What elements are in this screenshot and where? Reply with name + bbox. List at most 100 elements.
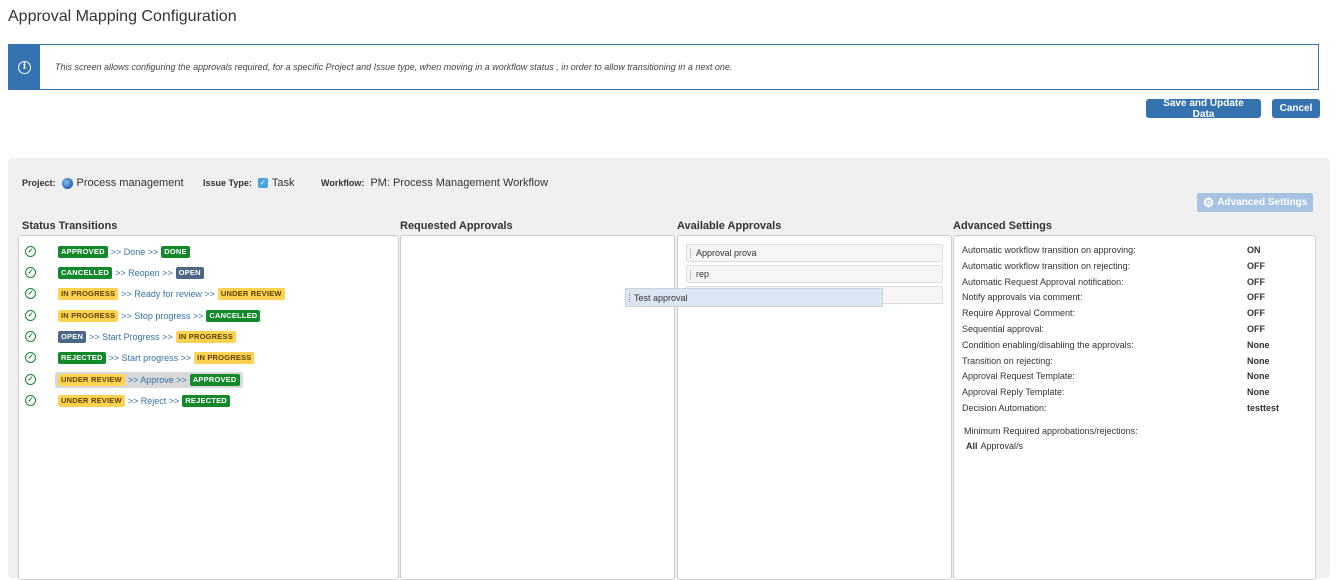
minimum-required-value: All Approval/s	[966, 441, 1023, 451]
transition-action[interactable]: >> Reopen >>	[115, 268, 173, 278]
setting-value: None	[1247, 339, 1270, 350]
transition-content[interactable]: UNDER REVIEW >> Approve >> APPROVED	[55, 372, 243, 388]
minimum-required-quantity: All	[966, 441, 978, 451]
to-status-lozenge: DONE	[161, 246, 190, 258]
check-circle-icon: ✓	[25, 352, 36, 363]
transition-action[interactable]: >> Start progress >>	[109, 353, 192, 363]
from-status-lozenge: REJECTED	[58, 352, 106, 364]
setting-name: Approval Reply Template:	[962, 387, 1065, 398]
from-status-lozenge: APPROVED	[58, 246, 108, 258]
setting-name: Approval Request Template:	[962, 371, 1075, 382]
setting-row: Approval Reply Template: None	[962, 387, 1312, 401]
transition-content[interactable]: UNDER REVIEW >> Reject >> REJECTED	[55, 393, 233, 409]
setting-row: Decision Automation: testtest	[962, 403, 1312, 417]
check-circle-icon: ✓	[25, 246, 36, 257]
transition-content[interactable]: REJECTED >> Start progress >> IN PROGRESS	[55, 350, 257, 366]
drag-handle-icon[interactable]	[629, 293, 631, 302]
page-title: Approval Mapping Configuration	[8, 8, 237, 25]
to-status-lozenge: IN PROGRESS	[175, 331, 236, 343]
available-approval-item[interactable]: rep	[686, 265, 943, 283]
setting-value: OFF	[1247, 260, 1265, 271]
drag-handle-icon[interactable]	[690, 270, 692, 279]
setting-row: Automatic workflow transition on rejecti…	[962, 261, 1312, 275]
status-transitions-title: Status Transitions	[22, 220, 118, 232]
transition-action[interactable]: >> Start Progress >>	[89, 332, 173, 342]
save-button[interactable]: Save and Update Data	[1146, 98, 1261, 120]
setting-name: Automatic workflow transition on rejecti…	[962, 260, 1131, 271]
check-circle-icon: ✓	[25, 374, 36, 385]
setting-row: Sequential approval: OFF	[962, 324, 1312, 338]
setting-row: Require Approval Comment: OFF	[962, 308, 1312, 322]
check-circle-icon: ✓	[25, 288, 36, 299]
workflow-value: PM: Process Management Workflow	[370, 177, 549, 189]
cancel-button[interactable]: Cancel	[1272, 99, 1320, 118]
task-icon: ✓	[257, 178, 268, 188]
transition-content[interactable]: IN PROGRESS >> Ready for review >> UNDER R…	[55, 286, 288, 302]
setting-value: None	[1247, 387, 1270, 398]
setting-row: Transition on rejecting: None	[962, 356, 1312, 370]
transition-content[interactable]: APPROVED >> Done >> DONE	[55, 244, 193, 260]
setting-name: Automatic Request Approval notification:	[962, 276, 1124, 287]
available-approval-item[interactable]: Approval prova	[686, 244, 943, 262]
drag-handle-icon[interactable]	[690, 249, 692, 258]
setting-value: OFF	[1247, 324, 1265, 334]
workflow-meta: Workflow: PM: Process Management Workflo…	[321, 177, 548, 189]
check-circle-icon: ✓	[25, 395, 36, 406]
setting-value: None	[1247, 355, 1270, 366]
advanced-settings-button[interactable]: ⚙ Advanced Settings	[1197, 193, 1313, 212]
to-status-lozenge: IN PROGRESS	[194, 352, 255, 364]
transition-action[interactable]: >> Approve >>	[128, 375, 187, 385]
gear-icon: ⚙	[1202, 195, 1215, 210]
setting-row: Approval Request Template: None	[962, 371, 1312, 385]
setting-value: ON	[1247, 245, 1261, 255]
workflow-label: Workflow:	[321, 178, 365, 188]
transition-action[interactable]: >> Ready for review >>	[121, 289, 215, 299]
setting-row: Condition enabling/disabling the approva…	[962, 340, 1312, 354]
project-value: Process management	[76, 177, 184, 189]
to-status-lozenge: REJECTED	[182, 395, 230, 407]
check-circle-icon: ✓	[25, 331, 36, 342]
setting-name: Sequential approval:	[962, 324, 1045, 334]
available-approvals-title: Available Approvals	[677, 220, 782, 232]
setting-row: Automatic Request Approval notification:…	[962, 277, 1312, 291]
info-icon-container: i	[9, 45, 40, 89]
transition-action[interactable]: >> Reject >>	[128, 396, 180, 406]
issue-type-label: Issue Type:	[203, 178, 252, 188]
available-approvals-list: Approval prova rep	[677, 235, 952, 580]
transition-action[interactable]: >> Stop progress >>	[121, 311, 203, 321]
setting-name: Decision Automation:	[962, 403, 1047, 413]
to-status-lozenge: CANCELLED	[206, 310, 261, 322]
advanced-settings-title: Advanced Settings	[953, 220, 1053, 232]
setting-value: OFF	[1247, 292, 1265, 303]
transition-action[interactable]: >> Done >>	[111, 247, 159, 257]
minimum-required-label: Minimum Required approbations/rejections…	[964, 426, 1138, 436]
check-circle-icon: ✓	[25, 310, 36, 321]
from-status-lozenge: CANCELLED	[58, 267, 113, 279]
transition-content[interactable]: CANCELLED >> Reopen >> OPEN	[55, 265, 207, 281]
status-transitions-list: ✓ APPROVED >> Done >> DONE ✓ CANCELLED >> Reop…	[18, 235, 399, 580]
setting-value: None	[1247, 371, 1270, 382]
transition-content[interactable]: IN PROGRESS >> Stop progress >> CANCELLED	[55, 308, 263, 324]
dragging-approval-item[interactable]: Test approval	[625, 288, 883, 307]
available-approval-label: rep	[696, 269, 710, 279]
setting-value: testtest	[1247, 403, 1280, 413]
from-status-lozenge: OPEN	[58, 331, 87, 343]
check-circle-icon: ✓	[25, 267, 36, 278]
project-meta: Project: Process management	[22, 177, 184, 189]
setting-name: Require Approval Comment:	[962, 308, 1076, 319]
to-status-lozenge: APPROVED	[189, 374, 240, 386]
setting-value: OFF	[1247, 276, 1265, 287]
to-status-lozenge: UNDER REVIEW	[217, 288, 285, 300]
setting-row: Automatic workflow transition on approvi…	[962, 245, 1312, 259]
issue-type-meta: Issue Type: ✓ Task	[203, 177, 294, 189]
transition-content[interactable]: OPEN >> Start Progress >> IN PROGRESS	[55, 329, 239, 345]
setting-row: Notify approvals via comment: OFF	[962, 292, 1312, 306]
issue-type-value: Task	[271, 177, 295, 189]
to-status-lozenge: OPEN	[175, 267, 204, 279]
from-status-lozenge: UNDER REVIEW	[58, 395, 125, 407]
setting-name: Notify approvals via comment:	[962, 292, 1083, 303]
advanced-settings-list: Minimum Required approbations/rejections…	[953, 235, 1316, 580]
requested-approvals-dropzone[interactable]	[400, 235, 675, 580]
setting-name: Automatic workflow transition on approvi…	[962, 245, 1136, 255]
from-status-lozenge: IN PROGRESS	[58, 288, 119, 300]
